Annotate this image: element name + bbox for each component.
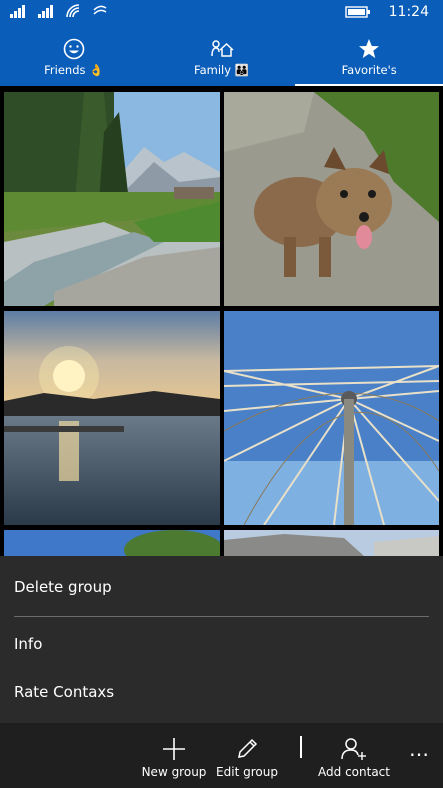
tab-friends[interactable]: Friends 👌 [0, 28, 148, 86]
mountain-river-photo[interactable] [4, 92, 220, 306]
delete-group-menu-item[interactable]: Delete group [14, 578, 112, 596]
add-contact-button[interactable]: Add contact [314, 723, 394, 779]
add-contact-label: Add contact [318, 765, 390, 779]
group-tabs: Friends 👌 Family 👪 Favorite's [0, 28, 443, 86]
info-menu-item[interactable]: Info [14, 635, 42, 653]
building-photo[interactable] [224, 530, 439, 556]
tree-sky-photo[interactable] [4, 530, 220, 556]
pencil-icon [238, 738, 258, 758]
edit-group-button[interactable]: Edit group [207, 723, 287, 779]
status-bar: 11:24 [0, 0, 443, 28]
tab-favorites[interactable]: Favorite's [295, 28, 443, 86]
plus-icon [163, 738, 185, 760]
app-bar: New group Edit group Add contact … [0, 723, 443, 788]
wifi-icon [66, 4, 80, 18]
photo-grid [0, 86, 443, 556]
tab-family[interactable]: Family 👪 [148, 28, 296, 86]
dog-photo[interactable] [224, 92, 439, 306]
menu-divider [14, 616, 429, 617]
tab-friends-label: Friends 👌 [44, 62, 104, 77]
star-icon [359, 38, 380, 58]
tab-favorites-label: Favorite's [341, 62, 397, 77]
new-group-button[interactable]: New group [134, 723, 214, 779]
data-icon [93, 5, 107, 15]
rate-app-menu-item[interactable]: Rate Contaxs [14, 683, 114, 701]
edit-group-label: Edit group [216, 765, 278, 779]
status-time: 11:24 [388, 4, 429, 20]
ferris-wheel-photo[interactable] [224, 311, 439, 525]
smiley-icon [63, 38, 85, 59]
home-people-icon [210, 39, 234, 57]
battery-icon [344, 6, 370, 18]
tab-family-label: Family 👪 [194, 62, 249, 77]
appbar-divider [300, 736, 302, 758]
add-person-icon [341, 738, 366, 760]
group-menu: Delete group Info Rate Contaxs [0, 556, 443, 723]
more-options-button[interactable]: … [409, 737, 429, 761]
new-group-label: New group [141, 765, 207, 779]
sunset-lake-photo[interactable] [4, 311, 220, 525]
signal-2-icon [38, 5, 53, 18]
signal-1-icon [10, 5, 25, 18]
